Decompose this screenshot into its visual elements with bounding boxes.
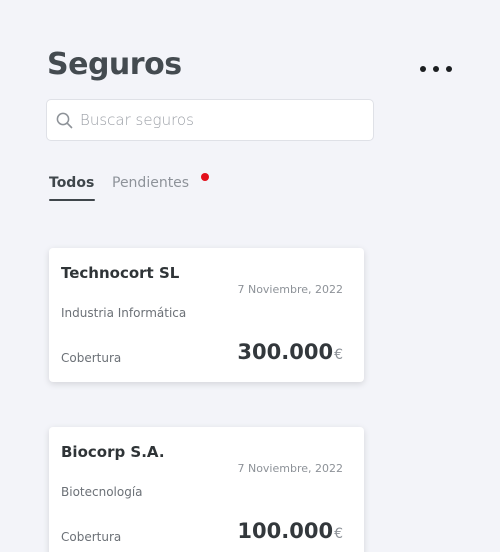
search-icon — [56, 112, 73, 128]
more-options-button[interactable] — [418, 60, 454, 78]
currency-symbol: € — [334, 526, 343, 542]
more-dot-icon — [420, 66, 426, 72]
search-box[interactable] — [46, 99, 374, 141]
coverage-label: Cobertura — [61, 530, 122, 544]
policy-sector: Biotecnología — [61, 485, 143, 499]
tab-todos[interactable]: Todos — [49, 175, 95, 201]
search-input[interactable] — [80, 111, 360, 129]
tab-pendientes-label: Pendientes — [112, 175, 190, 191]
policy-sector: Industria Informática — [61, 306, 187, 320]
coverage-amount: 100.000 € — [237, 519, 343, 543]
more-dot-icon — [446, 66, 452, 72]
active-tab-indicator — [49, 199, 95, 201]
coverage-value: 300.000 — [237, 340, 334, 364]
more-dot-icon — [433, 66, 439, 72]
tab-pendientes[interactable]: Pendientes — [112, 175, 189, 191]
policy-company: Technocort SL — [61, 264, 180, 282]
coverage-value: 100.000 — [237, 519, 334, 543]
policy-date: 7 Noviembre, 2022 — [237, 462, 343, 475]
page-title: Seguros — [47, 47, 182, 82]
policy-card[interactable]: Technocort SL 7 Noviembre, 2022 Industri… — [49, 248, 364, 382]
policy-card[interactable]: Biocorp S.A. 7 Noviembre, 2022 Biotecnol… — [49, 427, 364, 552]
notification-dot-icon — [201, 173, 209, 181]
currency-symbol: € — [334, 347, 343, 363]
coverage-amount: 300.000 € — [237, 340, 343, 364]
tab-todos-label: Todos — [49, 175, 95, 191]
insurance-page: Seguros Todos Pendientes Technocort SL 7… — [0, 0, 500, 552]
policy-date: 7 Noviembre, 2022 — [237, 283, 343, 296]
coverage-label: Cobertura — [61, 351, 122, 365]
policy-company: Biocorp S.A. — [61, 443, 165, 461]
